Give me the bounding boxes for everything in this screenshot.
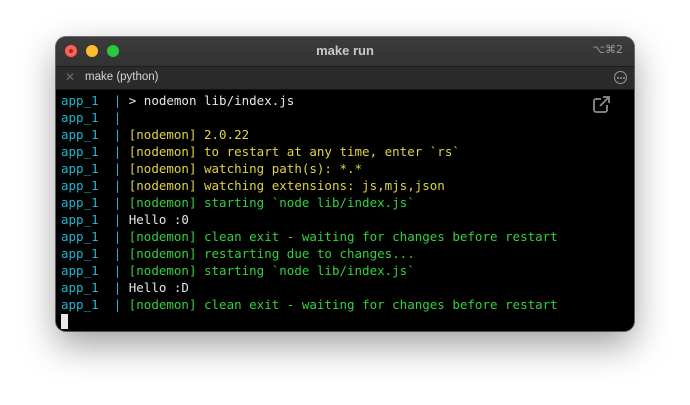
line-separator: | — [98, 178, 129, 193]
line-separator: | — [98, 229, 129, 244]
terminal-line: app_1 | [nodemon] restarting due to chan… — [61, 245, 558, 262]
line-separator: | — [98, 93, 129, 108]
terminal-line: app_1 | > nodemon lib/index.js — [61, 92, 558, 109]
terminal-lines: app_1 | > nodemon lib/index.js app_1 | ap… — [61, 92, 558, 330]
line-separator: | — [98, 110, 129, 125]
container-prefix: app_1 — [61, 263, 99, 278]
line-separator: | — [98, 246, 129, 261]
terminal-line: app_1 | [nodemon] 2.0.22 — [61, 126, 558, 143]
line-separator: | — [98, 280, 129, 295]
log-text: [nodemon] starting `node lib/index.js` — [128, 195, 415, 210]
prompt-line[interactable] — [61, 313, 558, 330]
log-text: [nodemon] watching extensions: js,mjs,js… — [128, 178, 445, 193]
log-text: [nodemon] watching path(s): *.* — [128, 161, 363, 176]
line-separator: | — [98, 263, 129, 278]
container-prefix: app_1 — [61, 144, 99, 159]
log-text: > nodemon lib/index.js — [128, 93, 295, 108]
more-options-icon[interactable] — [614, 71, 627, 84]
title-bar[interactable]: make run ⌥⌘2 — [56, 37, 634, 67]
terminal-output[interactable]: app_1 | > nodemon lib/index.js app_1 | ap… — [56, 90, 634, 331]
log-text: [nodemon] 2.0.22 — [128, 127, 250, 142]
container-prefix: app_1 — [61, 280, 99, 295]
line-separator: | — [98, 212, 129, 227]
terminal-line: app_1 | — [61, 109, 558, 126]
line-separator: | — [98, 161, 129, 176]
log-text: [nodemon] clean exit - waiting for chang… — [128, 297, 558, 312]
window-shortcut: ⌥⌘2 — [592, 43, 623, 56]
terminal-line: app_1 | Hello :0 — [61, 211, 558, 228]
popout-icon[interactable] — [592, 94, 612, 114]
line-separator: | — [98, 297, 129, 312]
container-prefix: app_1 — [61, 93, 99, 108]
terminal-line: app_1 | [nodemon] clean exit - waiting f… — [61, 228, 558, 245]
tab-bar: ✕ make (python) — [56, 67, 634, 90]
terminal-line: app_1 | [nodemon] starting `node lib/ind… — [61, 194, 558, 211]
log-text: [nodemon] to restart at any time, enter … — [128, 144, 460, 159]
log-text: Hello :D — [128, 280, 189, 295]
terminal-line: app_1 | [nodemon] to restart at any time… — [61, 143, 558, 160]
log-text: [nodemon] starting `node lib/index.js` — [128, 263, 415, 278]
terminal-line: app_1 | Hello :D — [61, 279, 558, 296]
line-separator: | — [98, 127, 129, 142]
container-prefix: app_1 — [61, 212, 99, 227]
log-text: [nodemon] clean exit - waiting for chang… — [128, 229, 558, 244]
line-separator: | — [98, 195, 129, 210]
window-title: make run — [316, 43, 374, 58]
terminal-line: app_1 | [nodemon] clean exit - waiting f… — [61, 296, 558, 313]
tab-title[interactable]: make (python) — [85, 71, 159, 83]
terminal-line: app_1 | [nodemon] watching path(s): *.* — [61, 160, 558, 177]
text-cursor — [61, 314, 68, 329]
container-prefix: app_1 — [61, 127, 99, 142]
container-prefix: app_1 — [61, 110, 99, 125]
line-separator: | — [98, 144, 129, 159]
terminal-line: app_1 | [nodemon] watching extensions: j… — [61, 177, 558, 194]
terminal-line: app_1 | [nodemon] starting `node lib/ind… — [61, 262, 558, 279]
close-icon[interactable]: ✕ — [65, 70, 75, 84]
container-prefix: app_1 — [61, 161, 99, 176]
log-text: [nodemon] restarting due to changes... — [128, 246, 415, 261]
container-prefix: app_1 — [61, 229, 99, 244]
container-prefix: app_1 — [61, 297, 99, 312]
container-prefix: app_1 — [61, 195, 99, 210]
log-text: Hello :0 — [128, 212, 189, 227]
container-prefix: app_1 — [61, 178, 99, 193]
container-prefix: app_1 — [61, 246, 99, 261]
terminal-window: make run ⌥⌘2 ✕ make (python) app_1 | > n… — [56, 37, 634, 331]
